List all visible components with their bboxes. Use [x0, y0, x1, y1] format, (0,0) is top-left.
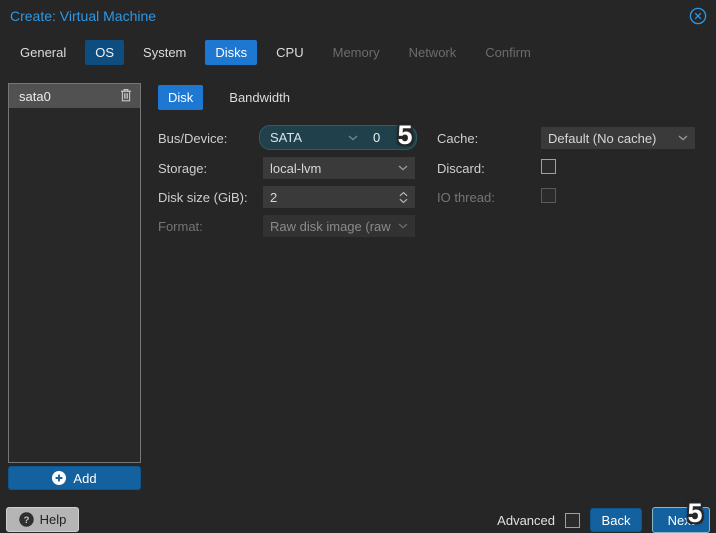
discard-checkbox[interactable]	[541, 159, 556, 174]
tab-os[interactable]: OS	[85, 40, 125, 65]
spinner-arrows-icon[interactable]	[399, 191, 408, 204]
back-button-label: Back	[601, 512, 631, 528]
chevron-down-icon	[398, 165, 408, 171]
storage-value: local-lvm	[270, 160, 322, 176]
tab-network: Network	[408, 45, 457, 60]
bus-combo-value[interactable]: SATA	[270, 130, 302, 145]
footer-actions: Advanced Back Next	[497, 507, 710, 533]
storage-select[interactable]: local-lvm	[263, 157, 415, 179]
chevron-down-icon	[398, 223, 408, 229]
disk-list: sata0	[8, 83, 141, 463]
io-thread-label: IO thread:	[437, 190, 495, 205]
format-select: Raw disk image (raw	[263, 215, 415, 237]
chevron-down-icon	[678, 135, 688, 141]
back-button[interactable]: Back	[590, 508, 642, 532]
disk-size-label: Disk size (GiB):	[158, 190, 248, 205]
io-thread-checkbox	[541, 188, 556, 203]
tab-cpu[interactable]: CPU	[266, 40, 313, 65]
disk-size-value: 2	[270, 189, 278, 205]
svg-text:?: ?	[23, 515, 29, 526]
disk-list-item-sata0[interactable]: sata0	[9, 84, 140, 108]
next-button[interactable]: Next	[652, 507, 710, 533]
bus-device-control[interactable]: SATA 0	[259, 125, 417, 150]
dialog-title: Create: Virtual Machine	[10, 8, 157, 24]
format-label: Format:	[158, 219, 203, 234]
bus-device-label: Bus/Device:	[158, 131, 228, 146]
plus-circle-icon	[52, 471, 67, 485]
tab-memory: Memory	[332, 45, 380, 60]
create-vm-dialog: Create: Virtual Machine General OS Syste…	[0, 0, 716, 533]
format-value: Raw disk image (raw	[270, 218, 391, 234]
tab-disks[interactable]: Disks	[205, 40, 258, 65]
advanced-label: Advanced	[497, 512, 555, 528]
disk-size-spinner[interactable]: 2	[263, 186, 415, 208]
trash-icon[interactable]	[120, 88, 132, 105]
chevron-down-icon[interactable]	[348, 135, 358, 141]
wizard-tab-bar: General OS System Disks CPU Memory Netwo…	[10, 40, 541, 65]
disk-subtab-bar: Disk Bandwidth	[158, 85, 300, 110]
subtab-bandwidth[interactable]: Bandwidth	[219, 85, 300, 110]
disk-item-label: sata0	[19, 88, 51, 104]
advanced-checkbox[interactable]	[565, 512, 580, 528]
bus-number-field[interactable]: 0	[373, 130, 380, 145]
tab-system[interactable]: System	[133, 40, 196, 65]
cache-value: Default (No cache)	[548, 130, 657, 146]
cache-select[interactable]: Default (No cache)	[541, 127, 695, 149]
storage-label: Storage:	[158, 161, 208, 176]
tab-general[interactable]: General	[10, 40, 76, 65]
discard-label: Discard:	[437, 161, 485, 176]
help-icon: ?	[18, 512, 34, 527]
close-icon[interactable]	[689, 7, 707, 25]
next-button-label: Next	[667, 512, 695, 528]
cache-label: Cache:	[437, 131, 479, 146]
tab-confirm: Confirm	[485, 45, 531, 60]
help-button-label: Help	[39, 512, 67, 527]
add-disk-button[interactable]: Add	[8, 466, 141, 490]
subtab-disk[interactable]: Disk	[158, 85, 204, 110]
add-button-label: Add	[73, 470, 97, 486]
help-button[interactable]: ? Help	[6, 507, 79, 532]
